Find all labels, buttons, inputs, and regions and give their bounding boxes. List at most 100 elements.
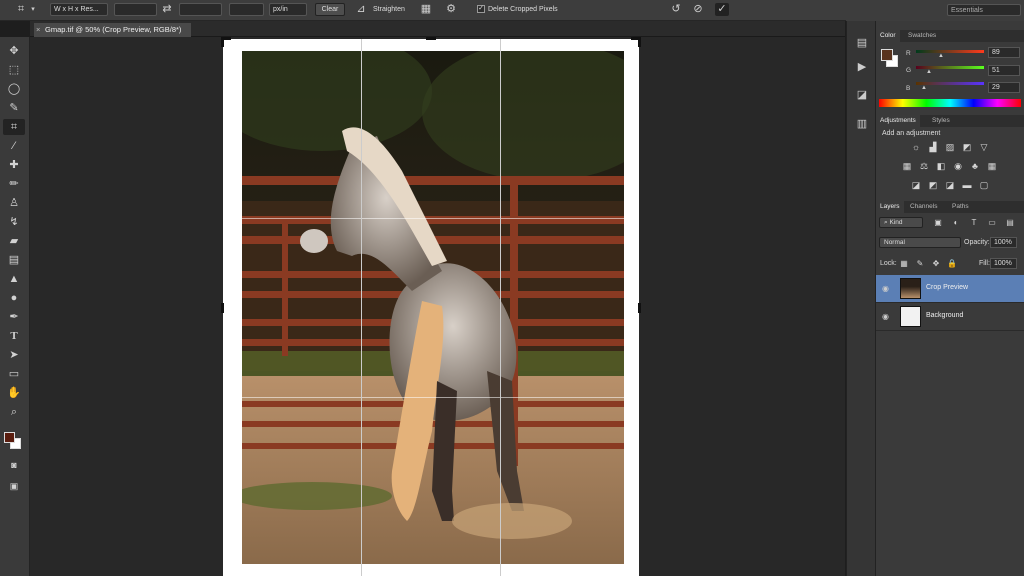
- eraser-tool-icon[interactable]: ▰: [3, 233, 25, 249]
- hand-tool-icon[interactable]: ✋: [3, 385, 25, 401]
- document-canvas[interactable]: [30, 37, 845, 576]
- lock-all-icon[interactable]: 🔒: [946, 258, 958, 269]
- quick-mask-icon[interactable]: ◙: [3, 457, 25, 473]
- hue-saturation-icon[interactable]: ▦: [901, 161, 913, 172]
- lock-transparent-icon[interactable]: ▦: [898, 258, 910, 269]
- marquee-tool-icon[interactable]: ⬚: [3, 62, 25, 78]
- pixel-filter-icon[interactable]: ▣: [932, 217, 944, 228]
- crop-icon[interactable]: ⌗: [14, 3, 28, 16]
- workspace-select[interactable]: Essentials: [947, 4, 1021, 16]
- opacity-field[interactable]: 100%: [990, 237, 1017, 248]
- selective-color-icon[interactable]: ▢: [978, 180, 990, 191]
- invert-icon[interactable]: ◪: [910, 180, 922, 191]
- resolution-field[interactable]: [229, 3, 264, 16]
- exposure-icon[interactable]: ◩: [961, 142, 973, 153]
- layer-filter-select[interactable]: ⌕ Kind: [879, 217, 923, 228]
- eyedropper-tool-icon[interactable]: ⁄: [3, 138, 25, 154]
- zoom-tool-icon[interactable]: ⌕: [3, 404, 25, 420]
- tab-color[interactable]: Color: [876, 30, 900, 42]
- crop-handle[interactable]: [638, 303, 641, 313]
- smart-object-filter-icon[interactable]: ▤: [1004, 217, 1016, 228]
- layer-row[interactable]: ◉ Crop Preview: [876, 275, 1024, 303]
- swap-icon[interactable]: ⇄: [160, 3, 174, 16]
- cancel-icon[interactable]: ⊘: [691, 3, 705, 16]
- ratio-select[interactable]: W x H x Res...: [50, 3, 108, 16]
- move-tool-icon[interactable]: ✥: [3, 43, 25, 59]
- color-lookup-icon[interactable]: ▦: [986, 161, 998, 172]
- actions-play-icon[interactable]: ▶: [851, 59, 873, 75]
- unit-select[interactable]: px/in: [269, 3, 307, 16]
- gradient-map-icon[interactable]: ▬: [961, 180, 973, 191]
- fill-field[interactable]: 100%: [990, 258, 1017, 269]
- crop-handle[interactable]: [221, 37, 224, 47]
- clone-stamp-tool-icon[interactable]: ♙: [3, 195, 25, 211]
- shape-filter-icon[interactable]: ▭: [986, 217, 998, 228]
- tab-layers[interactable]: Layers: [876, 201, 904, 213]
- document-tab[interactable]: × Gmap.tif @ 50% (Crop Preview, RGB/8*): [34, 23, 192, 37]
- type-filter-icon[interactable]: T: [968, 217, 980, 228]
- blue-value-field[interactable]: 29: [988, 82, 1020, 93]
- tab-styles[interactable]: Styles: [928, 115, 954, 127]
- brush-tool-icon[interactable]: ✏: [3, 176, 25, 192]
- lasso-tool-icon[interactable]: ◯: [3, 81, 25, 97]
- lock-image-icon[interactable]: ✎: [914, 258, 926, 269]
- crop-handle[interactable]: [426, 37, 436, 40]
- height-field[interactable]: [179, 3, 222, 16]
- type-tool-icon[interactable]: T: [3, 328, 25, 344]
- tab-swatches[interactable]: Swatches: [904, 30, 940, 42]
- tab-channels[interactable]: Channels: [906, 201, 941, 213]
- green-value-field[interactable]: 51: [988, 65, 1020, 76]
- tab-paths[interactable]: Paths: [948, 201, 973, 213]
- blur-tool-icon[interactable]: ▲: [3, 271, 25, 287]
- black-white-icon[interactable]: ◧: [935, 161, 947, 172]
- channel-mixer-icon[interactable]: ♣: [969, 161, 981, 172]
- color-spectrum-bar[interactable]: [879, 99, 1021, 107]
- screen-mode-icon[interactable]: ▣: [3, 478, 25, 494]
- gear-icon[interactable]: ⚙: [444, 3, 458, 16]
- properties-panel-icon[interactable]: ◪: [851, 87, 873, 103]
- visibility-eye-icon[interactable]: ◉: [882, 312, 889, 321]
- close-icon[interactable]: ×: [36, 23, 40, 37]
- rectangle-tool-icon[interactable]: ▭: [3, 366, 25, 382]
- blend-mode-select[interactable]: Normal: [879, 237, 961, 248]
- commit-check-icon[interactable]: ✓: [715, 3, 729, 16]
- threshold-icon[interactable]: ◪: [944, 180, 956, 191]
- paragraph-panel-icon[interactable]: ▥: [851, 116, 873, 132]
- history-brush-tool-icon[interactable]: ↯: [3, 214, 25, 230]
- red-slider[interactable]: [916, 50, 984, 53]
- slider-thumb-icon[interactable]: ▲: [921, 85, 927, 91]
- width-field[interactable]: [114, 3, 157, 16]
- vibrance-icon[interactable]: ▽: [978, 142, 990, 153]
- crop-handle[interactable]: [221, 303, 224, 313]
- path-selection-tool-icon[interactable]: ➤: [3, 347, 25, 363]
- curves-icon[interactable]: ▨: [944, 142, 956, 153]
- straighten-button[interactable]: Straighten: [373, 3, 405, 16]
- crop-area[interactable]: [221, 37, 641, 576]
- delete-cropped-checkbox[interactable]: ✓ Delete Cropped Pixels: [477, 3, 558, 16]
- posterize-icon[interactable]: ◩: [927, 180, 939, 191]
- crop-tool-icon[interactable]: ⌗: [3, 119, 25, 135]
- layer-row[interactable]: ◉ Background: [876, 303, 1024, 331]
- chevron-down-icon[interactable]: ▾: [29, 3, 37, 16]
- crop-handle[interactable]: [638, 37, 641, 47]
- red-value-field[interactable]: 89: [988, 47, 1020, 58]
- quick-selection-tool-icon[interactable]: ✎: [3, 100, 25, 116]
- history-panel-icon[interactable]: ▤: [851, 35, 873, 51]
- color-balance-icon[interactable]: ⚖: [918, 161, 930, 172]
- color-fg-swatch[interactable]: [881, 49, 893, 61]
- foreground-color-swatch[interactable]: [4, 432, 15, 443]
- visibility-eye-icon[interactable]: ◉: [882, 284, 889, 293]
- reset-icon[interactable]: ↺: [669, 3, 683, 16]
- levels-icon[interactable]: ▟: [927, 142, 939, 153]
- straighten-icon[interactable]: ⊿: [354, 3, 368, 16]
- slider-thumb-icon[interactable]: ▲: [938, 53, 944, 59]
- clear-button[interactable]: Clear: [315, 3, 345, 16]
- brightness-contrast-icon[interactable]: ☼: [910, 142, 922, 153]
- pen-tool-icon[interactable]: ✒: [3, 309, 25, 325]
- photo-filter-icon[interactable]: ◉: [952, 161, 964, 172]
- tab-adjustments[interactable]: Adjustments: [876, 115, 920, 127]
- grid-overlay-icon[interactable]: ▦: [419, 3, 433, 16]
- dodge-tool-icon[interactable]: ●: [3, 290, 25, 306]
- adjustment-filter-icon[interactable]: ◐: [950, 217, 962, 228]
- gradient-tool-icon[interactable]: ▤: [3, 252, 25, 268]
